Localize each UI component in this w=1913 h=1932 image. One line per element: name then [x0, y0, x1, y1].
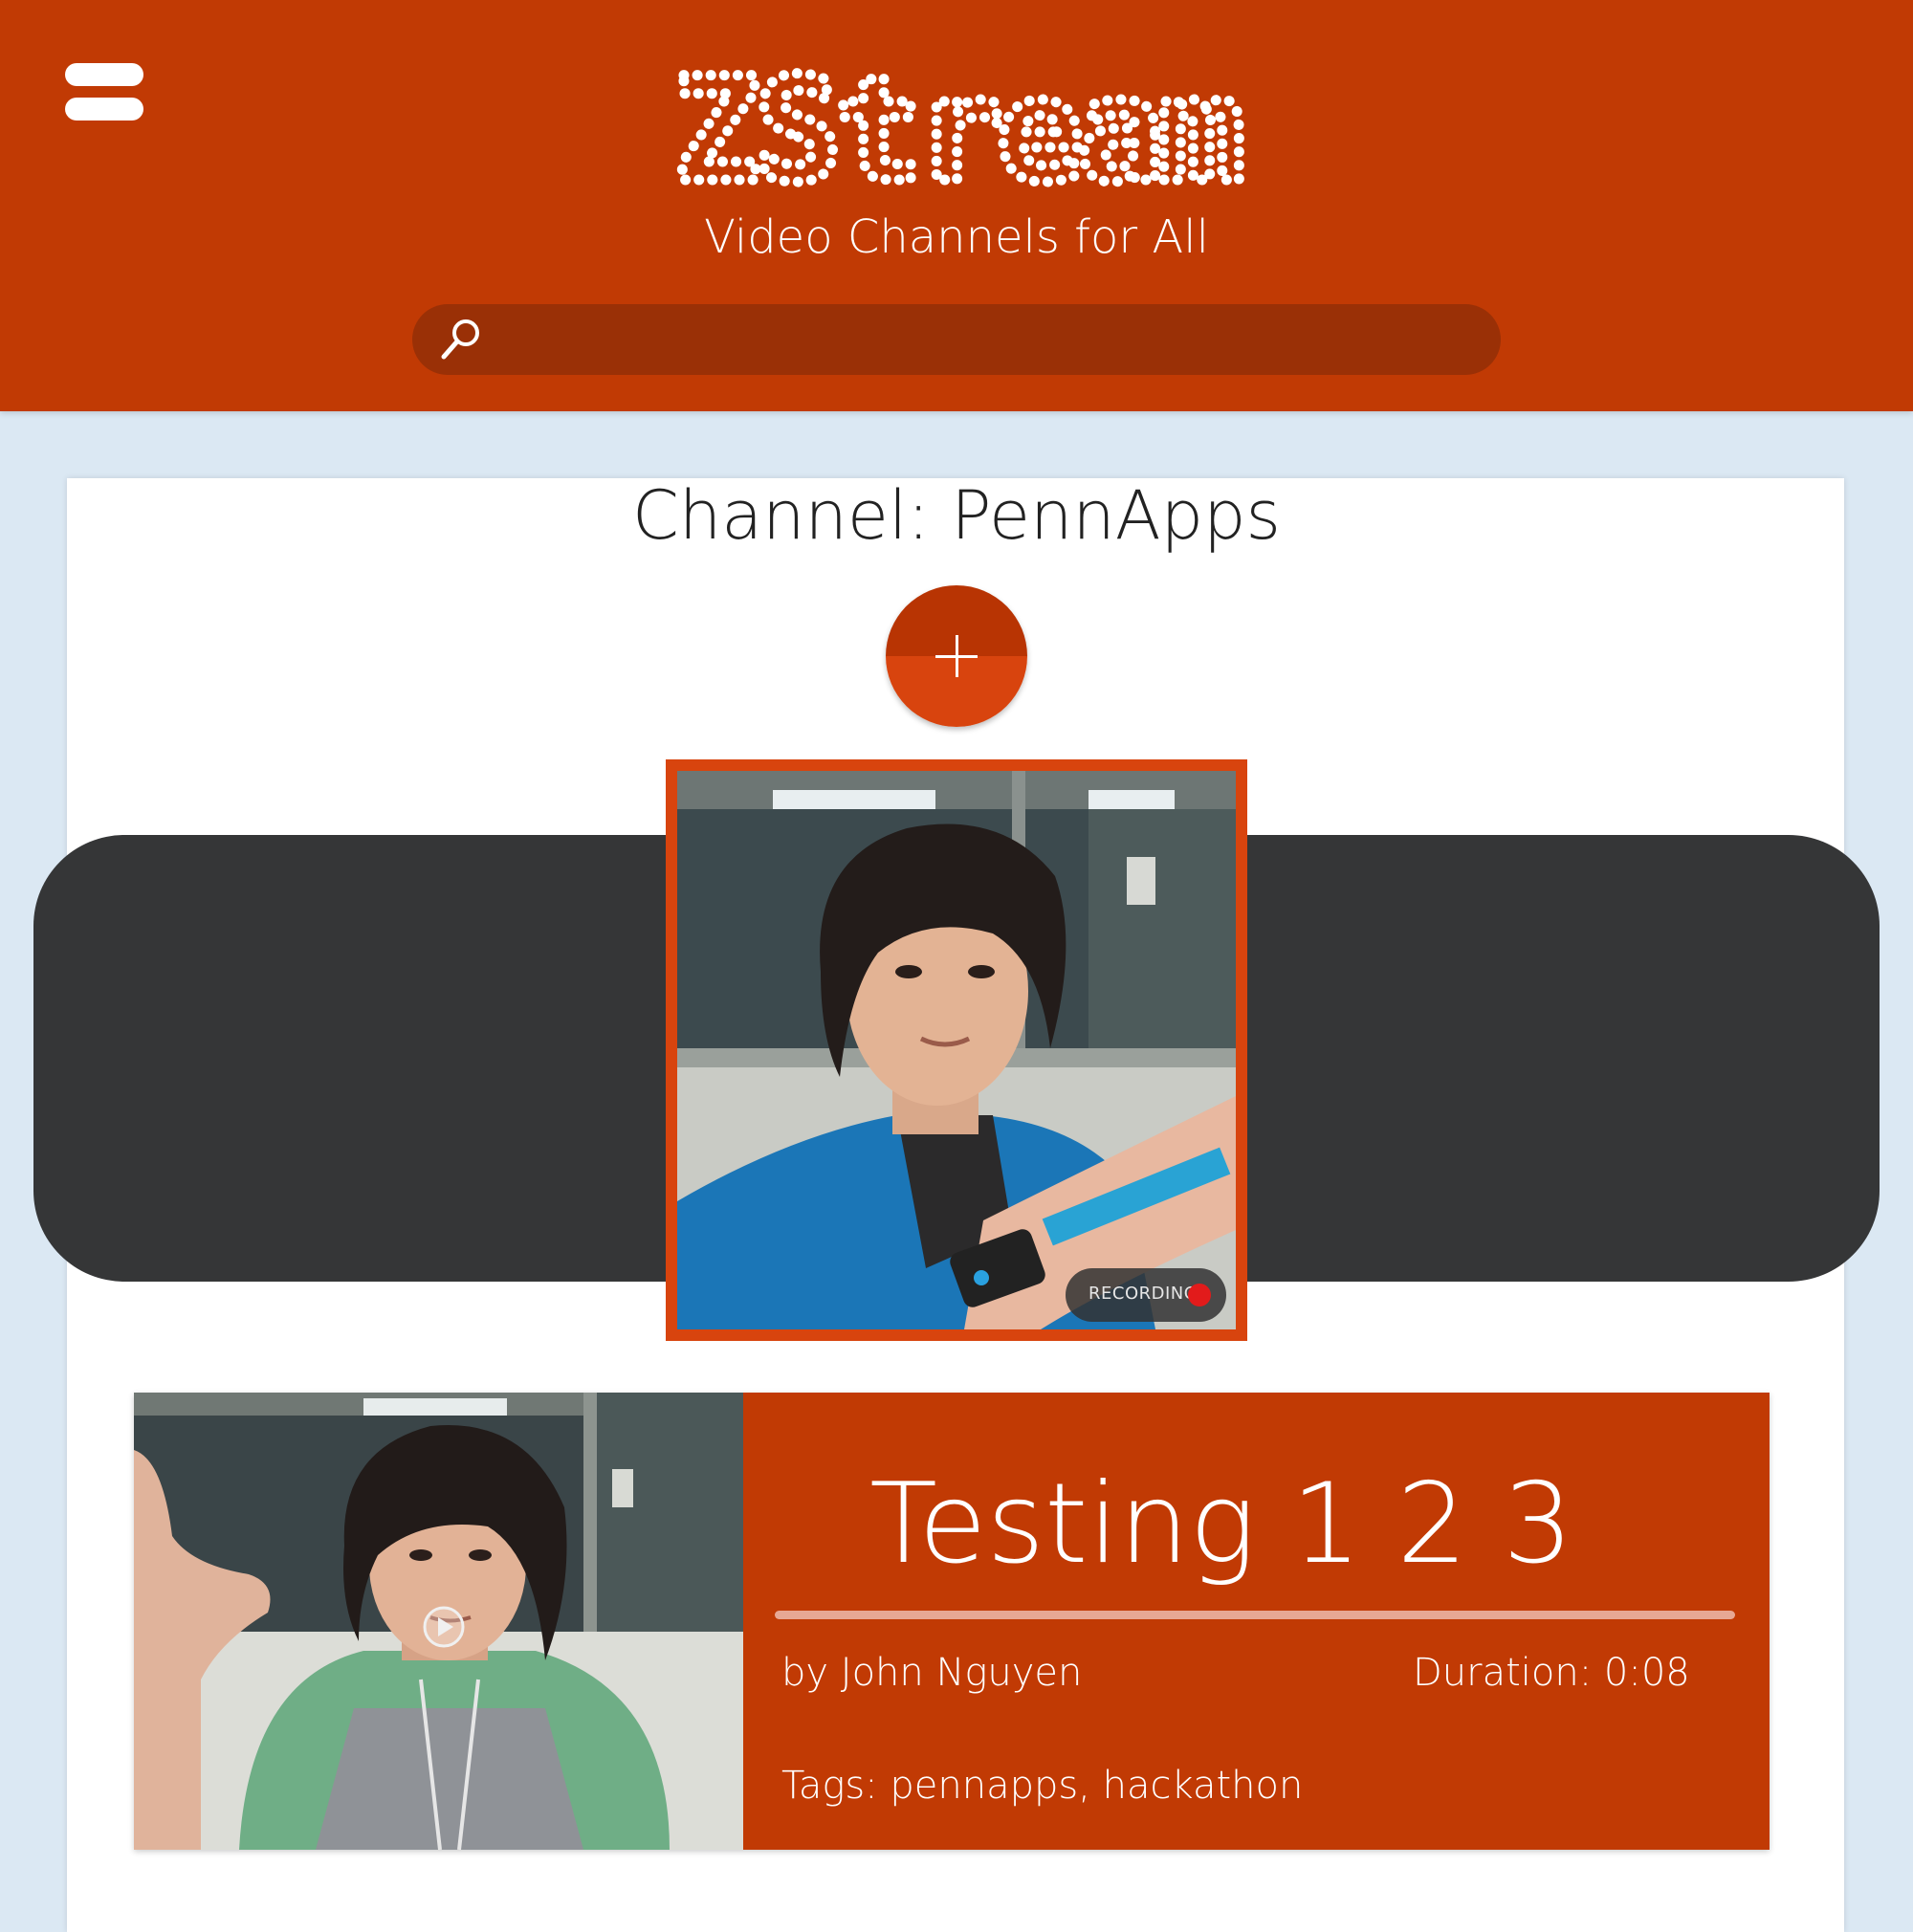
video-author: by John Nguyen [781, 1651, 1083, 1695]
title-divider [775, 1611, 1735, 1619]
video-list-item[interactable]: Testing 1 2 3 by John Nguyen Duration: 0… [134, 1393, 1770, 1850]
tags-value: pennapps, hackathon [890, 1764, 1304, 1808]
app-logo: ZStream [0, 43, 1913, 220]
add-video-button[interactable] [886, 585, 1027, 727]
logo-text: ZStream [674, 48, 1240, 214]
video-info-panel: Testing 1 2 3 by John Nguyen Duration: 0… [743, 1393, 1770, 1850]
app-tagline: Video Channels for All [704, 210, 1209, 264]
video-title[interactable]: Testing 1 2 3 [743, 1460, 1700, 1589]
app-header: ZStream Video Channels for All [0, 0, 1913, 411]
channel-title: Channel: PennApps [632, 476, 1281, 555]
webcam-preview [677, 771, 1236, 1329]
duration-value: 0:08 [1603, 1651, 1690, 1695]
recording-badge[interactable]: RECORDING [1066, 1268, 1226, 1322]
play-icon [423, 1606, 465, 1648]
video-duration: Duration: 0:08 [1413, 1651, 1690, 1695]
plus-icon-vertical [956, 635, 958, 677]
logo-svg: ZStream [669, 43, 1250, 220]
video-recorder[interactable] [666, 759, 1247, 1341]
video-thumbnail[interactable] [134, 1393, 743, 1850]
thumbnail-image [134, 1393, 743, 1850]
recording-label: RECORDING [1088, 1284, 1198, 1304]
search-input[interactable] [498, 312, 1478, 369]
webcam-image [677, 771, 1236, 1329]
video-tags: Tags: pennapps, hackathon [781, 1764, 1303, 1808]
search-bar[interactable] [412, 304, 1501, 375]
tags-label: Tags: [781, 1764, 891, 1808]
record-dot-icon [1188, 1284, 1211, 1306]
duration-label: Duration: [1413, 1651, 1604, 1695]
search-icon[interactable] [433, 312, 489, 367]
